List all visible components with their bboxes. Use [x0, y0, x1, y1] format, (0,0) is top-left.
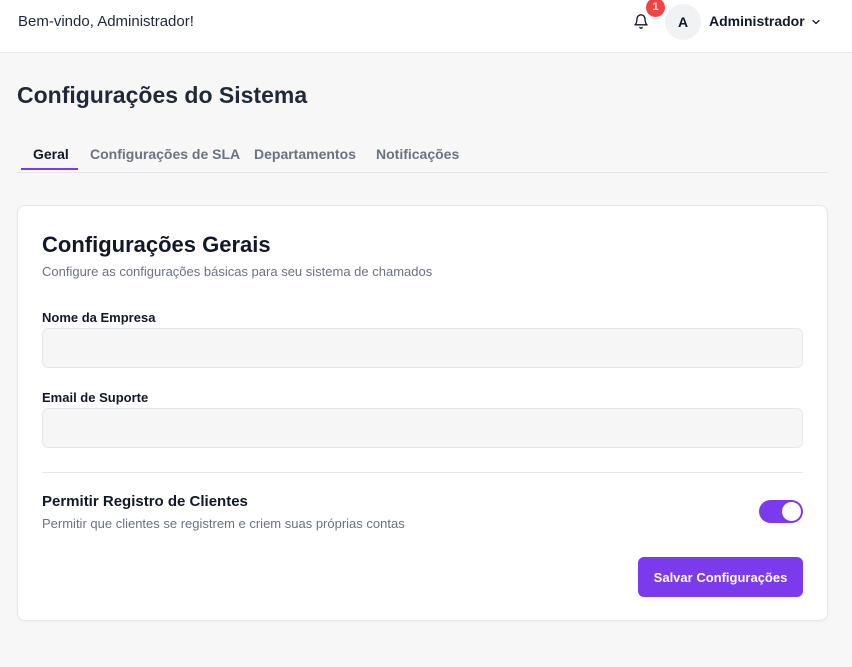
tab-sla[interactable]: Configurações de SLA [90, 146, 240, 162]
card-description: Configure as configurações básicas para … [42, 264, 433, 279]
company-name-label: Nome da Empresa [42, 310, 156, 325]
user-menu-name[interactable]: Administrador [709, 13, 805, 29]
page-title: Configurações do Sistema [17, 82, 308, 108]
general-settings-card: Configurações Gerais Configure as config… [17, 205, 828, 621]
avatar[interactable]: A [665, 4, 701, 40]
bell-icon [634, 14, 648, 29]
client-registration-toggle[interactable] [759, 500, 803, 523]
company-name-input[interactable] [42, 328, 803, 368]
chevron-down-icon[interactable] [810, 15, 822, 33]
divider [42, 472, 803, 473]
active-tab-indicator [21, 168, 78, 170]
top-bar: Bem-vindo, Administrador! 1 A Administra… [0, 0, 852, 53]
settings-tabs: Geral Configurações de SLA Departamentos… [17, 138, 828, 173]
client-registration-title: Permitir Registro de Clientes [42, 493, 248, 510]
tab-geral[interactable]: Geral [33, 146, 69, 162]
tab-departamentos[interactable]: Departamentos [254, 146, 356, 162]
tab-notificacoes[interactable]: Notificações [376, 146, 459, 162]
notification-count-badge: 1 [646, 0, 665, 17]
support-email-input[interactable] [42, 408, 803, 448]
support-email-label: Email de Suporte [42, 390, 149, 405]
save-settings-button[interactable]: Salvar Configurações [638, 557, 803, 597]
welcome-message: Bem-vindo, Administrador! [18, 13, 194, 30]
toggle-knob [782, 502, 801, 521]
card-title: Configurações Gerais [42, 232, 271, 257]
client-registration-description: Permitir que clientes se registrem e cri… [42, 516, 405, 531]
